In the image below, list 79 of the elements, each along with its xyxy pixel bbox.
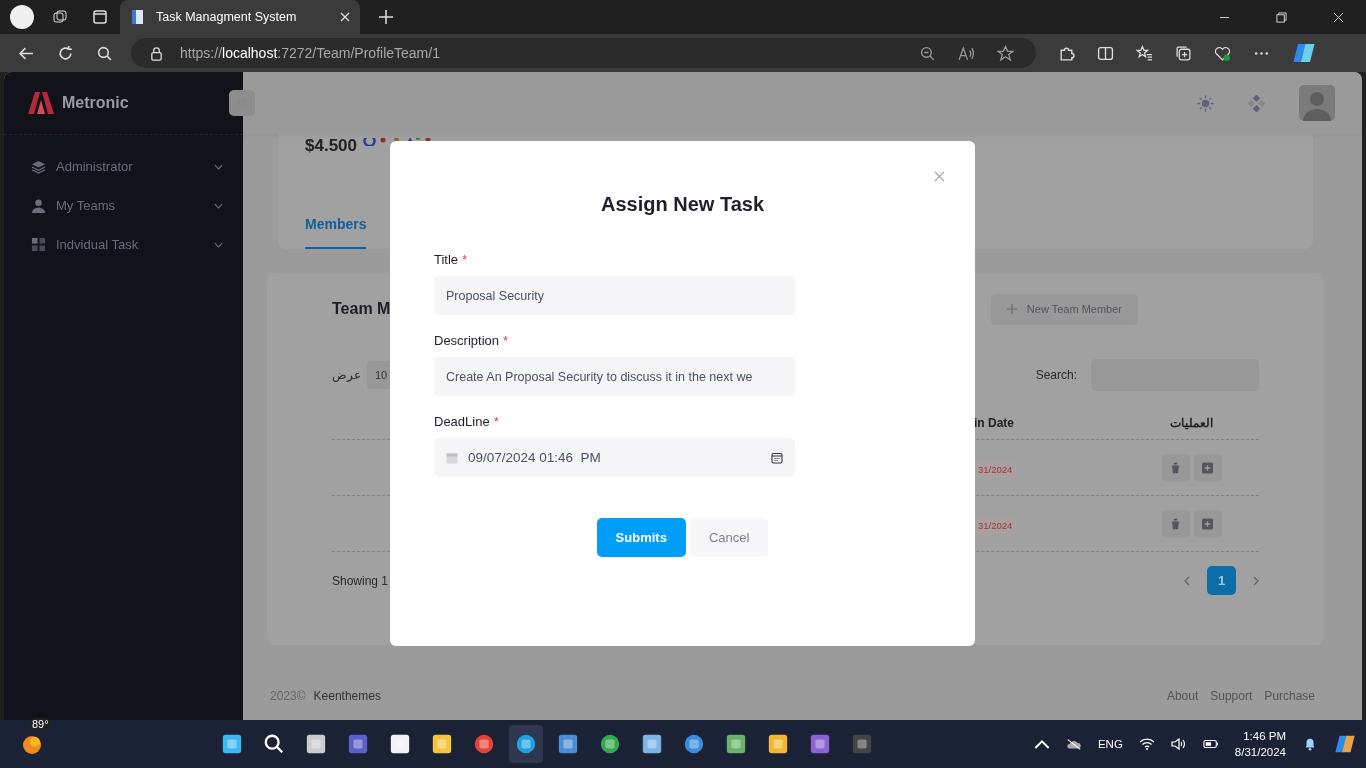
column-header: العمليات: [1169, 415, 1214, 430]
page-button[interactable]: 1: [1207, 566, 1236, 595]
battery-icon[interactable]: [1202, 737, 1219, 751]
dialog-title: Assign New Task: [600, 193, 765, 216]
text-field[interactable]: Create An Proposal Security to discuss it in the next we: [434, 357, 795, 396]
date-time-field[interactable]: 09/07/2024 01:46 PM: [434, 438, 795, 477]
lock-icon[interactable]: [149, 45, 164, 61]
required-mark: *: [493, 414, 499, 429]
clock-date[interactable]: 8/31/2024: [1234, 744, 1286, 760]
trash-icon: [1170, 517, 1181, 530]
trash-icon: [1170, 461, 1181, 474]
collections-icon[interactable]: [1175, 44, 1192, 62]
showing-text: Showing 1: [332, 573, 389, 588]
workspaces-icon[interactable]: [52, 9, 68, 25]
new-tab-icon[interactable]: [378, 9, 394, 25]
add-button[interactable]: [1193, 509, 1222, 538]
address-field[interactable]: https://localhost:7272/Team/ProfileTeam/1: [131, 38, 1036, 68]
date-badge: 31/2024: [974, 516, 1017, 534]
company-link[interactable]: Keenthemes: [313, 689, 381, 703]
required-mark: *: [462, 252, 468, 267]
extensions-icon[interactable]: [1058, 44, 1075, 62]
read-aloud-icon[interactable]: [958, 44, 975, 62]
footer-link[interactable]: About: [1166, 689, 1199, 703]
field-label: Description: [434, 333, 500, 348]
tab-actions-icon[interactable]: [92, 9, 108, 25]
date-badge: 31/2024: [974, 460, 1017, 478]
split-screen-icon[interactable]: [1097, 44, 1114, 62]
add-button[interactable]: [1193, 453, 1222, 482]
grid-icon: [31, 237, 46, 252]
favorites-icon[interactable]: [1136, 44, 1153, 62]
footer-link[interactable]: Purchase: [1264, 689, 1315, 703]
restore-icon[interactable]: [1276, 11, 1287, 23]
search-label: Search:: [1035, 368, 1077, 382]
chevron-down-icon: [214, 202, 223, 209]
plus-square-icon: [1202, 461, 1213, 474]
tab[interactable]: Members: [305, 212, 367, 249]
copilot-icon[interactable]: [1292, 41, 1316, 65]
plus-square-icon: [1202, 517, 1213, 530]
card-title: Team M: [332, 300, 391, 318]
field-label: Title: [434, 252, 459, 267]
menu-item[interactable]: My Teams: [4, 186, 243, 225]
show-label: عرض: [332, 368, 361, 382]
search-icon[interactable]: [96, 44, 113, 62]
health-icon[interactable]: [1214, 44, 1231, 62]
language-indicator[interactable]: ENG: [1097, 738, 1123, 750]
new-team-member-button[interactable]: New Team Member: [990, 293, 1138, 325]
menu-item[interactable]: Indvidual Task: [4, 225, 243, 264]
wifi-icon[interactable]: [1138, 737, 1155, 751]
document-icon: [130, 9, 146, 25]
submit-button[interactable]: Submits: [596, 518, 686, 557]
chevron-down-icon: [214, 163, 223, 170]
text-field[interactable]: Proposal Security: [434, 276, 795, 315]
url-text: https://localhost:7272/Team/ProfileTeam/1: [180, 45, 440, 61]
brand-name: Metronic: [62, 94, 129, 112]
user-icon: [31, 198, 46, 213]
column-header: in Date: [974, 415, 1015, 430]
browser-tab[interactable]: Task Managment System: [120, 0, 360, 34]
logo-icon: [26, 91, 56, 115]
cloud-off-icon[interactable]: [1065, 737, 1082, 751]
footer-link[interactable]: Support: [1210, 689, 1253, 703]
delete-button[interactable]: [1161, 453, 1190, 482]
chevron-down-icon: [214, 241, 223, 248]
profile-icon[interactable]: [10, 5, 34, 29]
volume-icon[interactable]: [1170, 737, 1187, 751]
required-mark: *: [503, 333, 509, 348]
cancel-button[interactable]: Cancel: [689, 518, 769, 557]
zoom-out-icon[interactable]: [919, 44, 936, 62]
star-icon[interactable]: [997, 44, 1014, 62]
layers-icon: [31, 159, 46, 174]
temperature: 89°: [30, 718, 51, 730]
refresh-icon[interactable]: [57, 44, 74, 62]
calendar-icon[interactable]: [771, 451, 783, 464]
stat-value: $4.500: [305, 136, 357, 156]
clock-time[interactable]: 1:46 PM: [1243, 728, 1286, 744]
plus-icon: [1006, 304, 1017, 314]
menu-item[interactable]: Administrator: [4, 147, 243, 186]
delete-button[interactable]: [1161, 509, 1190, 538]
copilot-icon[interactable]: [1334, 733, 1356, 755]
field-label: DeadLine: [434, 414, 490, 429]
